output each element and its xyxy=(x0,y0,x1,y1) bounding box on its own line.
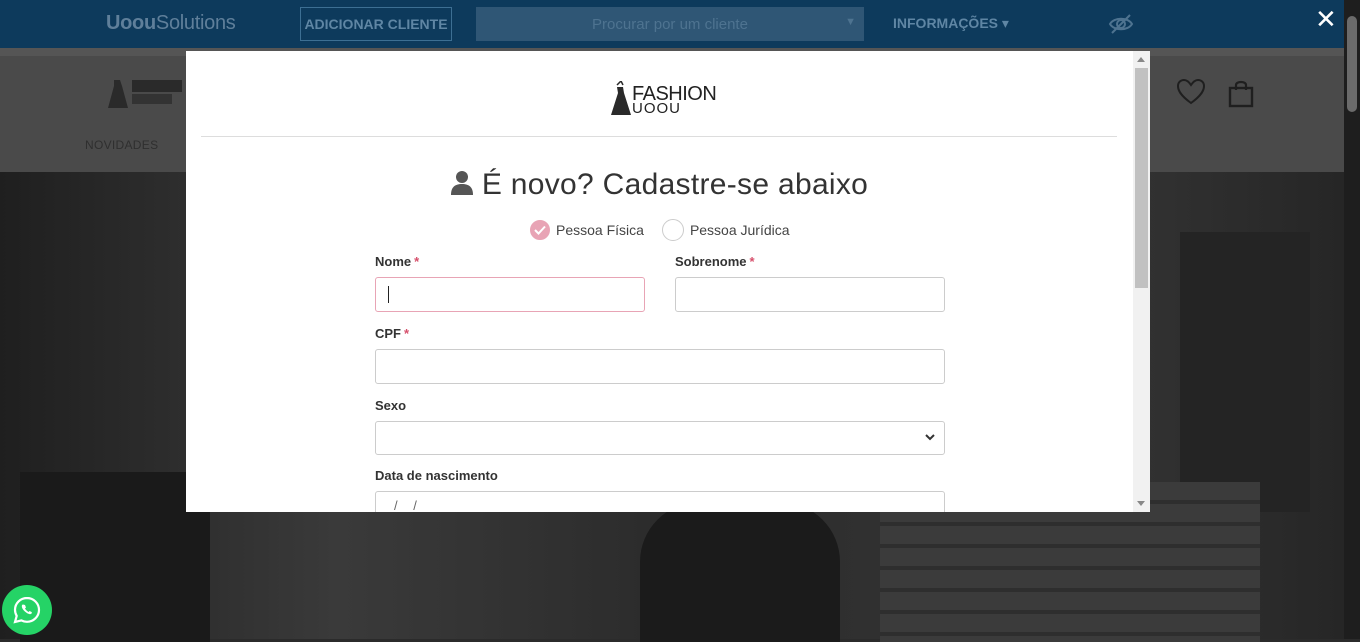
shopping-bag-icon[interactable] xyxy=(1226,78,1256,108)
modal-divider xyxy=(201,136,1117,137)
info-menu-label: INFORMAÇÕES xyxy=(893,15,998,31)
required-mark: * xyxy=(404,326,410,341)
eye-off-icon[interactable] xyxy=(1108,12,1134,36)
uoou-solutions-logo[interactable]: UoouSolutions xyxy=(106,12,236,35)
radio-label: Pessoa Física xyxy=(556,222,644,238)
nome-input[interactable] xyxy=(375,277,645,312)
scroll-up-icon[interactable] xyxy=(1137,57,1145,62)
radio-checked-icon xyxy=(530,220,550,240)
sobrenome-input[interactable] xyxy=(675,277,945,312)
info-menu[interactable]: INFORMAÇÕES ▾ xyxy=(893,15,1009,32)
required-mark: * xyxy=(414,254,420,269)
radio-pessoa-fisica[interactable]: Pessoa Física xyxy=(530,220,644,240)
nome-label: Nome * xyxy=(375,254,419,269)
heart-icon[interactable] xyxy=(1176,78,1206,106)
sobrenome-label: Sobrenome * xyxy=(675,254,755,269)
required-mark: * xyxy=(749,254,755,269)
date-placeholder: / / xyxy=(394,498,423,512)
modal-scrollbar[interactable] xyxy=(1133,51,1150,512)
admin-topbar: UoouSolutions ADICIONAR CLIENTE Procurar… xyxy=(0,0,1344,48)
hero-shape xyxy=(1180,232,1310,512)
text-cursor xyxy=(388,286,389,303)
client-search-select[interactable]: Procurar por um cliente ▼ xyxy=(476,7,864,41)
hero-shape xyxy=(640,502,840,642)
brand-light: Solutions xyxy=(155,12,236,34)
cpf-label-text: CPF xyxy=(375,326,401,341)
nascimento-label: Data de nascimento xyxy=(375,468,498,483)
radio-label: Pessoa Jurídica xyxy=(689,222,790,238)
client-search-placeholder: Procurar por um cliente xyxy=(592,15,748,33)
whatsapp-icon xyxy=(13,596,41,624)
brand-bold: Uoou xyxy=(106,12,156,34)
modal-scrollbar-thumb[interactable] xyxy=(1135,68,1148,288)
person-type-radio-group: Pessoa Física Pessoa Jurídica xyxy=(530,219,808,241)
chevron-down-icon xyxy=(925,434,935,441)
register-modal: FASHION UOOU É novo? Cadastre-se abaixo … xyxy=(186,51,1150,512)
sexo-select[interactable] xyxy=(375,421,945,455)
chevron-down-icon: ▼ xyxy=(845,16,856,28)
whatsapp-button[interactable] xyxy=(2,585,52,635)
nav-item-novidades[interactable]: NOVIDADES xyxy=(85,138,158,152)
nome-label-text: Nome xyxy=(375,254,412,269)
page-scrollbar-thumb[interactable] xyxy=(1347,16,1357,112)
page-scrollbar[interactable] xyxy=(1344,0,1360,639)
cpf-label: CPF * xyxy=(375,326,409,341)
logo-text-bottom: UOOU xyxy=(632,100,681,117)
register-title: É novo? Cadastre-se abaixo xyxy=(186,168,1132,202)
radio-pessoa-juridica[interactable]: Pessoa Jurídica xyxy=(661,219,790,241)
nascimento-input[interactable]: / / xyxy=(375,491,945,512)
store-logo[interactable] xyxy=(108,76,188,110)
sobrenome-label-text: Sobrenome xyxy=(675,254,747,269)
cpf-input[interactable] xyxy=(375,349,945,384)
add-client-button[interactable]: ADICIONAR CLIENTE xyxy=(300,7,452,41)
radio-unchecked-icon xyxy=(661,219,684,241)
close-modal-button[interactable]: ✕ xyxy=(1315,6,1337,32)
fashion-uoou-logo: FASHION UOOU xyxy=(610,79,717,121)
scroll-down-icon[interactable] xyxy=(1137,501,1145,506)
info-menu-caret: ▾ xyxy=(1001,15,1009,31)
register-title-text: É novo? Cadastre-se abaixo xyxy=(481,168,869,201)
user-icon xyxy=(450,171,473,195)
sexo-label: Sexo xyxy=(375,398,407,413)
